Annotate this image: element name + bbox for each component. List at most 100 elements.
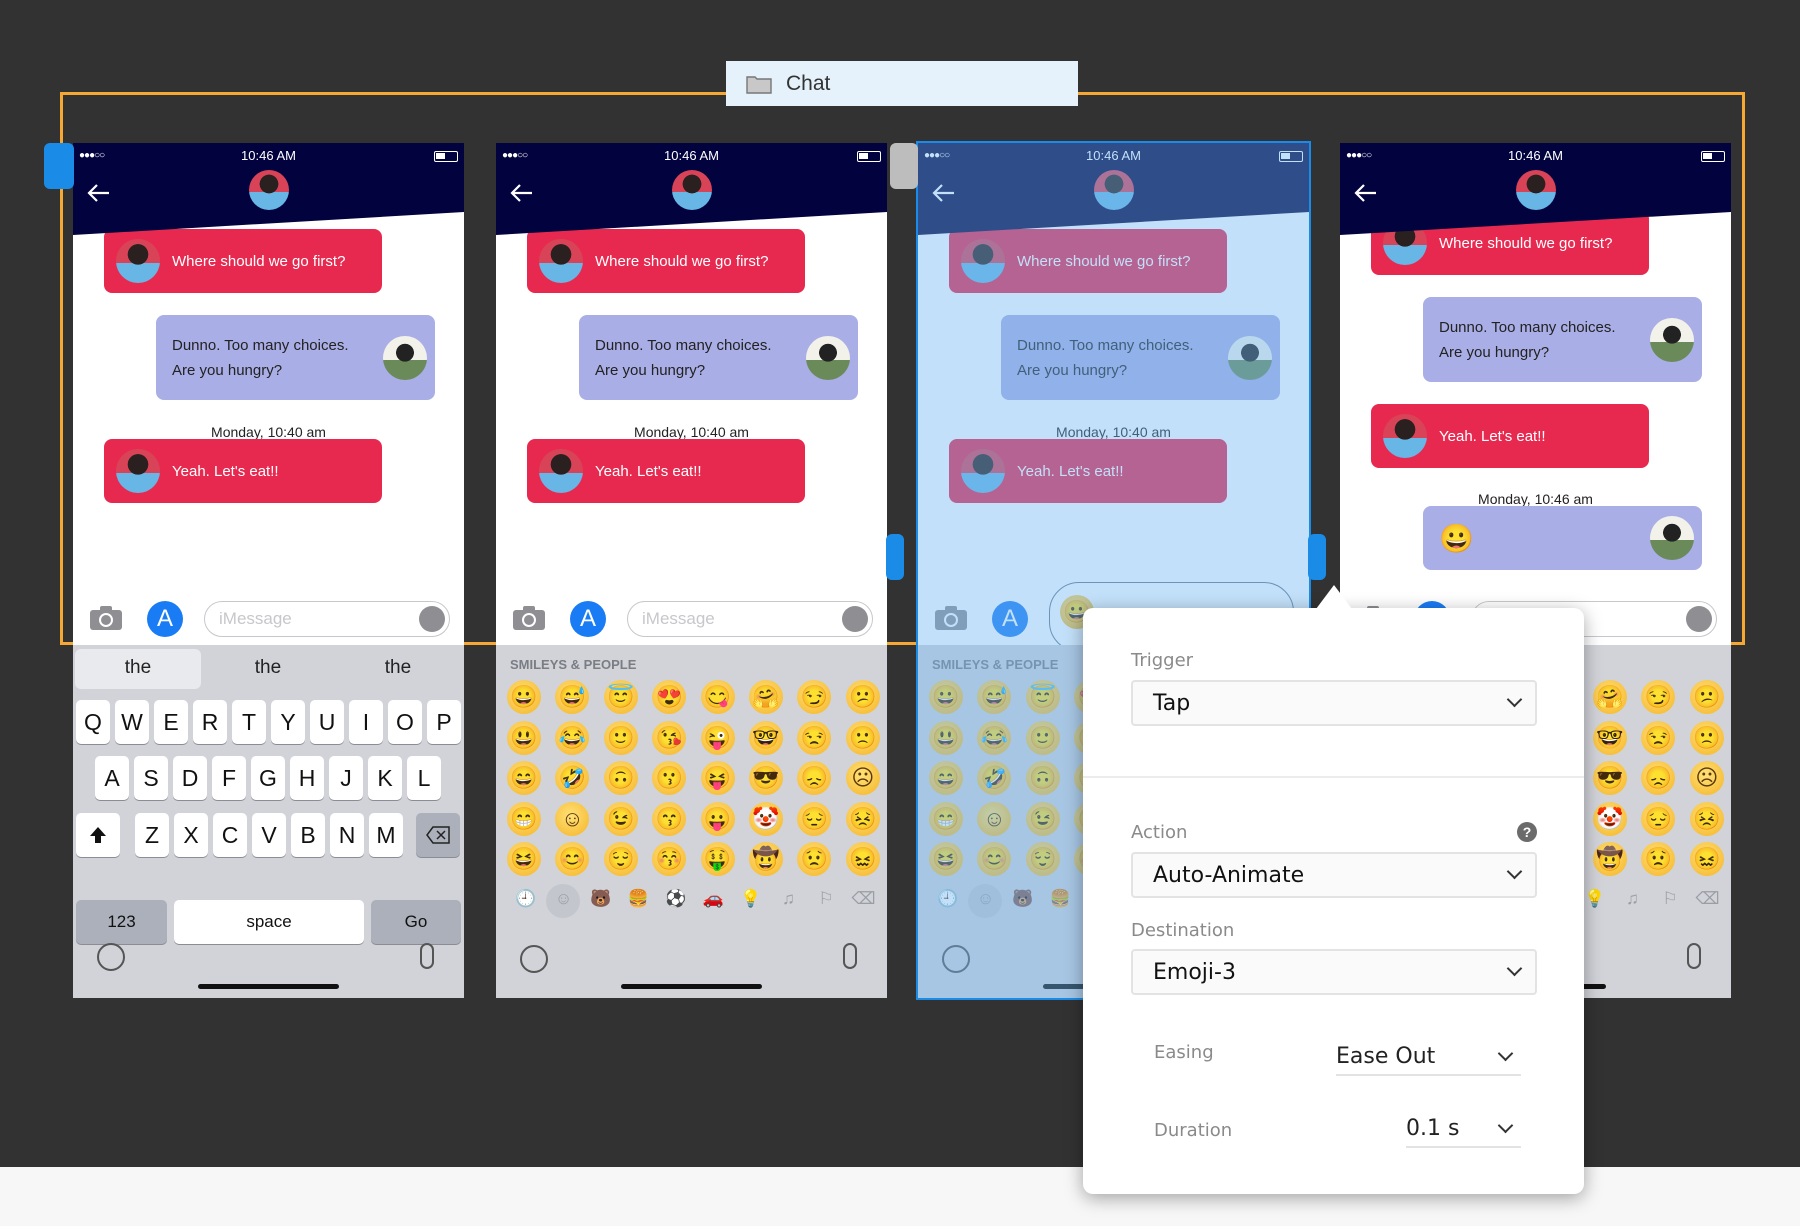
key-i[interactable]: I: [349, 700, 383, 744]
emoji-key[interactable]: 😖: [845, 842, 880, 876]
suggestion-1[interactable]: the: [73, 657, 203, 679]
emoji-key[interactable]: 🤣: [555, 761, 590, 795]
message-input[interactable]: iMessage: [627, 601, 873, 637]
emoji-key[interactable]: 😛: [700, 801, 735, 836]
message-bubble[interactable]: Dunno. Too many choices. Are you hungry?: [1001, 315, 1280, 400]
contact-avatar[interactable]: [672, 170, 712, 210]
emoji-key[interactable]: 😗: [652, 761, 687, 795]
emoji-key[interactable]: 😒: [797, 720, 832, 755]
message-bubble[interactable]: Yeah. Let's eat!!: [104, 439, 382, 503]
emoji-key[interactable]: 🙁: [845, 720, 880, 755]
emoji-key[interactable]: 😙: [652, 801, 687, 836]
emoji-key[interactable]: ☹: [845, 761, 880, 795]
emoji-key[interactable]: 🤠: [749, 842, 783, 876]
key-x[interactable]: X: [174, 813, 208, 857]
emoji-category-5[interactable]: ⚽: [662, 889, 690, 909]
key-t[interactable]: T: [232, 700, 266, 744]
key-a[interactable]: A: [95, 756, 129, 800]
emoji-key[interactable]: 😃: [507, 720, 541, 755]
emoji-key[interactable]: ☺: [555, 801, 590, 836]
phone-screen-1[interactable]: Where should we go first? Dunno. Too many…: [73, 143, 464, 998]
emoji-key[interactable]: 😀: [507, 680, 541, 714]
emoji-key[interactable]: 😊: [977, 842, 1012, 876]
message-bubble[interactable]: Where should we go first?: [527, 229, 805, 293]
destination-select[interactable]: Emoji-3: [1131, 949, 1537, 995]
emoji-key[interactable]: 😞: [1641, 761, 1676, 795]
emoji-key[interactable]: 😒: [1641, 720, 1676, 755]
dictation-mic-icon[interactable]: [1687, 943, 1701, 969]
emoji-category-10[interactable]: ⌫: [1694, 889, 1722, 909]
emoji-key[interactable]: 😌: [603, 842, 638, 876]
emoji-key[interactable]: ☺: [977, 801, 1012, 836]
camera-icon[interactable]: [89, 605, 123, 631]
home-flow-tab-inactive[interactable]: [890, 143, 918, 189]
emoji-key[interactable]: 😁: [929, 801, 963, 836]
message-bubble[interactable]: Where should we go first?: [104, 229, 382, 293]
emoji-key[interactable]: 😣: [845, 801, 880, 836]
emoji-category-1[interactable]: 🕘: [934, 889, 962, 909]
dictation-mic-icon[interactable]: [420, 943, 434, 969]
emoji-key[interactable]: 😟: [797, 842, 832, 876]
mic-icon[interactable]: [419, 606, 445, 632]
emoji-key[interactable]: 😂: [977, 720, 1012, 755]
message-bubble[interactable]: Yeah. Let's eat!!: [949, 439, 1227, 503]
suggestion-3[interactable]: the: [333, 657, 463, 679]
emoji-key[interactable]: 😆: [507, 842, 541, 876]
key-e[interactable]: E: [154, 700, 188, 744]
emoji-key[interactable]: 😎: [749, 761, 783, 795]
message-bubble[interactable]: Dunno. Too many choices. Are you hungry?: [579, 315, 858, 400]
app-store-icon[interactable]: A: [992, 601, 1028, 637]
emoji-key[interactable]: 😉: [1025, 801, 1060, 836]
emoji-key[interactable]: 😎: [1593, 761, 1627, 795]
key-h[interactable]: H: [290, 756, 324, 800]
emoji-category-1[interactable]: 🕘: [512, 889, 540, 909]
group-label[interactable]: Chat: [726, 61, 1078, 106]
message-bubble[interactable]: Yeah. Let's eat!!: [527, 439, 805, 503]
numbers-key[interactable]: 123: [76, 900, 167, 944]
emoji-key[interactable]: 😊: [555, 842, 590, 876]
key-d[interactable]: D: [173, 756, 207, 800]
emoji-category-2[interactable]: ☺: [972, 889, 1000, 909]
key-r[interactable]: R: [193, 700, 227, 744]
emoji-key[interactable]: 😏: [1641, 680, 1676, 714]
mic-icon[interactable]: [842, 606, 868, 632]
emoji-key[interactable]: 😇: [1025, 680, 1060, 714]
message-bubble[interactable]: Where should we go first?: [949, 229, 1227, 293]
back-arrow-icon[interactable]: [930, 179, 958, 207]
camera-icon[interactable]: [512, 605, 546, 631]
phone-screen-2[interactable]: Where should we go first? Dunno. Too many…: [496, 143, 887, 998]
action-select[interactable]: Auto-Animate: [1131, 852, 1537, 898]
emoji-key[interactable]: 🙃: [1025, 761, 1060, 795]
back-arrow-icon[interactable]: [508, 179, 536, 207]
key-f[interactable]: F: [212, 756, 246, 800]
emoji-key[interactable]: 😅: [555, 680, 590, 714]
app-store-icon[interactable]: A: [570, 601, 606, 637]
emoji-key[interactable]: 🙂: [1025, 720, 1060, 755]
contact-avatar[interactable]: [1516, 170, 1556, 210]
emoji-key[interactable]: 😏: [797, 680, 832, 714]
emoji-key[interactable]: 😚: [652, 842, 687, 876]
key-c[interactable]: C: [213, 813, 247, 857]
emoji-key[interactable]: 🤗: [749, 680, 783, 714]
emoji-category-10[interactable]: ⌫: [850, 889, 878, 909]
key-g[interactable]: G: [251, 756, 285, 800]
space-key[interactable]: space: [174, 900, 364, 944]
emoji-key[interactable]: 😕: [845, 680, 880, 714]
emoji-category-8[interactable]: ♫: [1619, 889, 1647, 909]
go-key[interactable]: Go: [371, 900, 461, 944]
emoji-category-3[interactable]: 🐻: [587, 889, 615, 909]
message-bubble[interactable]: Dunno. Too many choices. Are you hungry?: [1423, 297, 1702, 382]
message-bubble[interactable]: Yeah. Let's eat!!: [1371, 404, 1649, 468]
emoji-key[interactable]: 🤡: [1593, 801, 1627, 836]
camera-icon[interactable]: [934, 605, 968, 631]
emoji-key[interactable]: 😂: [555, 720, 590, 755]
suggestion-2[interactable]: the: [203, 657, 333, 679]
emoji-key[interactable]: 😖: [1689, 842, 1724, 876]
dictation-mic-icon[interactable]: [843, 943, 857, 969]
message-bubble[interactable]: Dunno. Too many choices. Are you hungry?: [156, 315, 435, 400]
emoji-key[interactable]: 😣: [1689, 801, 1724, 836]
key-s[interactable]: S: [134, 756, 168, 800]
emoji-key[interactable]: 😍: [652, 680, 687, 714]
mic-icon[interactable]: [1686, 606, 1712, 632]
emoji-key[interactable]: 😅: [977, 680, 1012, 714]
